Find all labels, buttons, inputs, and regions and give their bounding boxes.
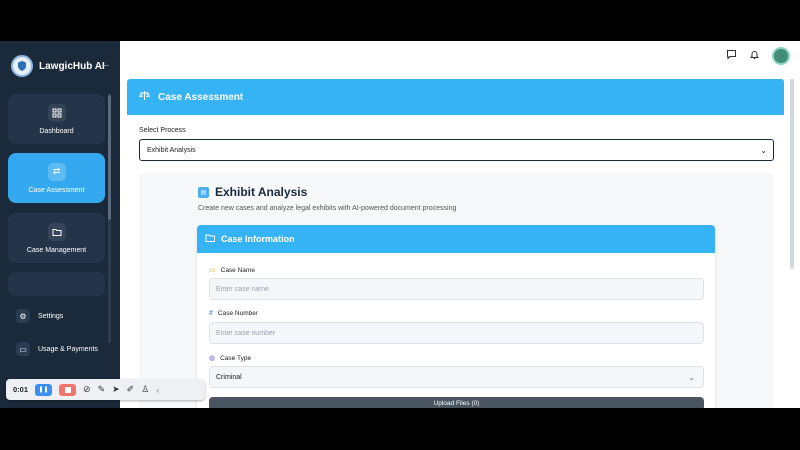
chevron-down-icon: ⌄ [760, 145, 767, 155]
chart-icon: ▤ [198, 186, 209, 198]
arrow-left-icon[interactable]: ← [100, 58, 111, 70]
case-name-label: ▭ Case Name [209, 266, 255, 275]
sidebar: LawgicHub AI ← Dashboard ⇄ Case Assessme… [0, 41, 120, 408]
shield-logo-icon [11, 55, 33, 77]
card-icon: ▭ [16, 342, 30, 356]
sidebar-item-label: Case Assessment [28, 186, 85, 194]
scale-icon [138, 88, 151, 106]
stop-button[interactable] [59, 383, 77, 396]
sidebar-item-partial[interactable] [8, 272, 105, 296]
sidebar-item-case-assessment[interactable]: ⇄ Case Assessment [8, 153, 105, 203]
case-number-input[interactable]: Enter case number [209, 322, 704, 344]
folder-icon [47, 222, 66, 241]
page-scrollbar[interactable] [790, 79, 794, 269]
sidebar-item-case-management[interactable]: Case Management [8, 213, 105, 263]
recording-time: 0:01 [13, 385, 29, 394]
grid-icon [47, 103, 66, 122]
page-title: Case Assessment [158, 91, 244, 103]
sidebar-item-label: Settings [38, 312, 64, 320]
topbar-actions [726, 47, 790, 65]
balance-icon: ◍ [209, 355, 216, 362]
upload-files-button[interactable]: Upload Files (0) [209, 397, 704, 408]
app-window: LawgicHub AI ← Dashboard ⇄ Case Assessme… [0, 41, 800, 408]
sidebar-item-settings[interactable]: ⚙ Settings [8, 304, 105, 328]
page-header: Case Assessment [127, 79, 784, 115]
folder-open-icon [205, 230, 216, 248]
exhibit-title: Exhibit Analysis [215, 185, 308, 199]
sidebar-item-dashboard[interactable]: Dashboard [8, 94, 105, 144]
hash-icon: # [209, 310, 213, 317]
recording-toolbar: 0:01 ❚❚ ⊘ ✎ ➤ ✐ ♙ ‹ [6, 379, 205, 400]
exhibit-title-row: ▤ Exhibit Analysis [198, 185, 307, 199]
cursor-icon[interactable]: ➤ [112, 384, 120, 395]
process-select-value: Exhibit Analysis [147, 146, 196, 154]
camera-off-icon[interactable]: ⊘ [83, 384, 91, 395]
chevron-down-icon: ⌄ [688, 372, 695, 382]
sidebar-item-label: Usage & Payments [38, 345, 98, 353]
eraser-icon[interactable]: ♙ [141, 384, 149, 395]
sidebar-scrollbar[interactable] [108, 95, 111, 220]
pen-icon[interactable]: ✐ [127, 384, 135, 395]
sidebar-item-label: Case Management [26, 246, 87, 254]
avatar[interactable] [772, 47, 790, 65]
brand[interactable]: LawgicHub AI [11, 55, 105, 77]
case-number-label: # Case Number [209, 310, 259, 317]
chevron-left-icon[interactable]: ‹ [156, 385, 159, 395]
case-type-label: ◍ Case Type [209, 354, 252, 363]
pause-button[interactable]: ❚❚ [35, 383, 53, 396]
bell-icon[interactable] [749, 49, 760, 63]
select-process-label: Select Process [139, 127, 186, 134]
case-information-header: Case Information [197, 225, 715, 253]
sidebar-item-usage-payments[interactable]: ▭ Usage & Payments [8, 337, 105, 361]
folder-icon: ▭ [209, 267, 216, 274]
process-select[interactable]: Exhibit Analysis ⌄ [139, 139, 774, 161]
case-type-select[interactable]: Criminal ⌄ [209, 366, 704, 388]
case-name-input[interactable]: Enter case name [209, 278, 704, 300]
mic-off-icon[interactable]: ✎ [98, 384, 106, 395]
case-information-title: Case Information [221, 234, 295, 244]
sidebar-item-label: Dashboard [39, 127, 74, 135]
app-name: LawgicHub AI [39, 60, 105, 72]
gear-icon: ⚙ [16, 309, 30, 323]
swap-arrows-icon: ⇄ [47, 162, 66, 181]
message-icon[interactable] [726, 49, 737, 63]
exhibit-subtitle: Create new cases and analyze legal exhib… [198, 205, 457, 212]
